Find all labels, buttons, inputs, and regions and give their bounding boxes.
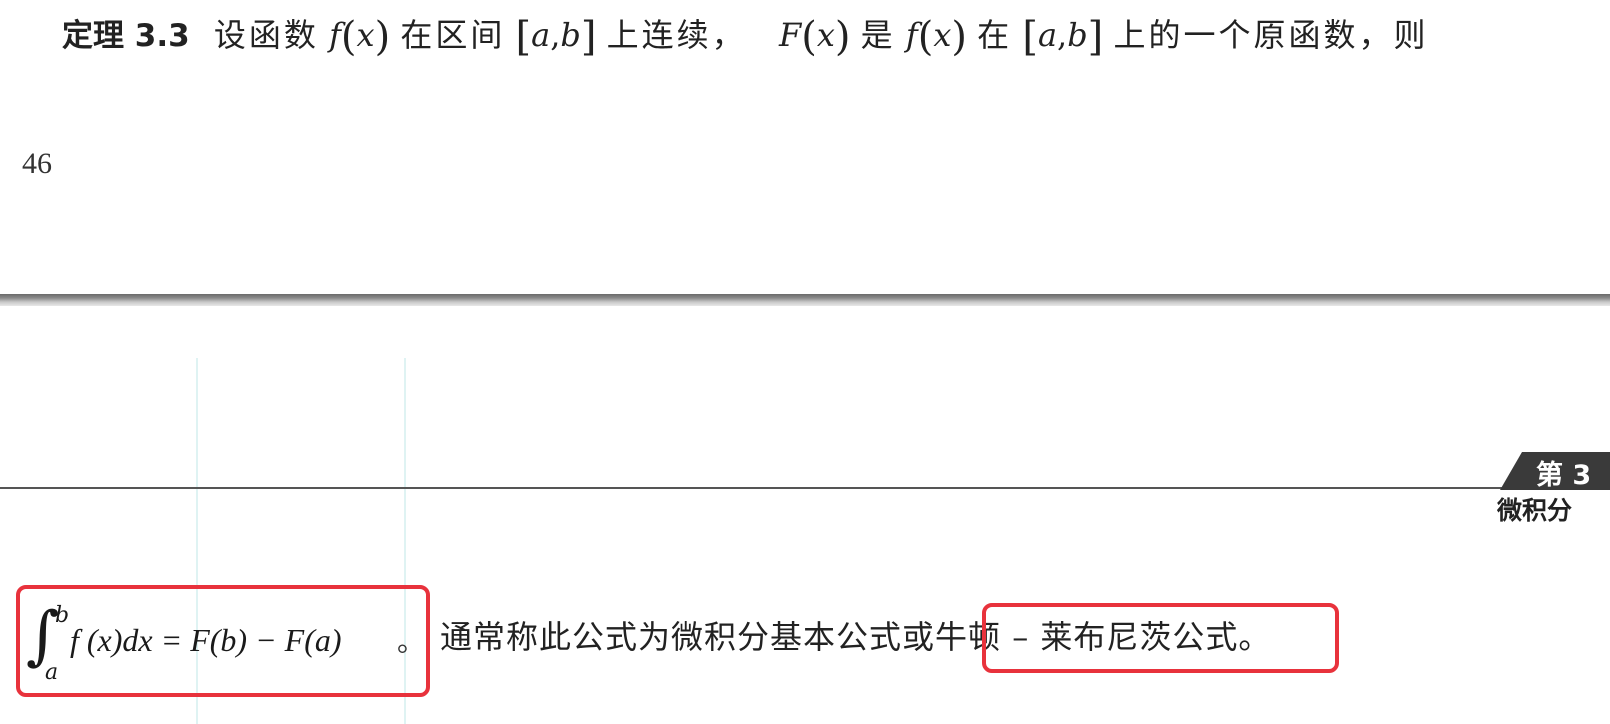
math-comma: , [1057,16,1068,54]
math-a: a [1037,16,1058,54]
description-lead: 通常称此公式为微积分基本公式或 [440,618,936,656]
theorem-text: 在区间 [400,16,506,54]
math-x: x [816,16,835,54]
chapter-tab-label: 第 3 [1536,460,1592,491]
math-comma: , [550,16,561,54]
math-a: a [531,16,551,54]
theorem-text: 是 [860,16,896,54]
math-b: b [560,16,581,54]
page-break-rule [0,294,1610,306]
theorem-statement: 定理 3.3 设函数 f(x) 在区间 [a,b] 上连续， F(x) 是 f(… [62,14,1429,60]
math-x: x [356,16,375,54]
math-f: f [329,16,341,54]
theorem-text: 在 [977,16,1013,54]
theorem-text: 上连续， [606,16,747,54]
theorem-label: 定理 3.3 [62,18,190,54]
theorem-text: 上的一个原函数，则 [1113,16,1429,54]
math-F: F [779,16,802,54]
formula-highlight-box [16,585,430,697]
math-f: f [905,16,918,54]
math-x: x [933,16,952,54]
header-rule [0,487,1505,489]
page-number: 46 [22,147,52,180]
theorem-text: 设函数 [213,16,319,54]
math-b: b [1067,16,1088,54]
chapter-tab-subtitle: 微积分 [1497,496,1573,525]
term-highlight-box [982,603,1339,673]
